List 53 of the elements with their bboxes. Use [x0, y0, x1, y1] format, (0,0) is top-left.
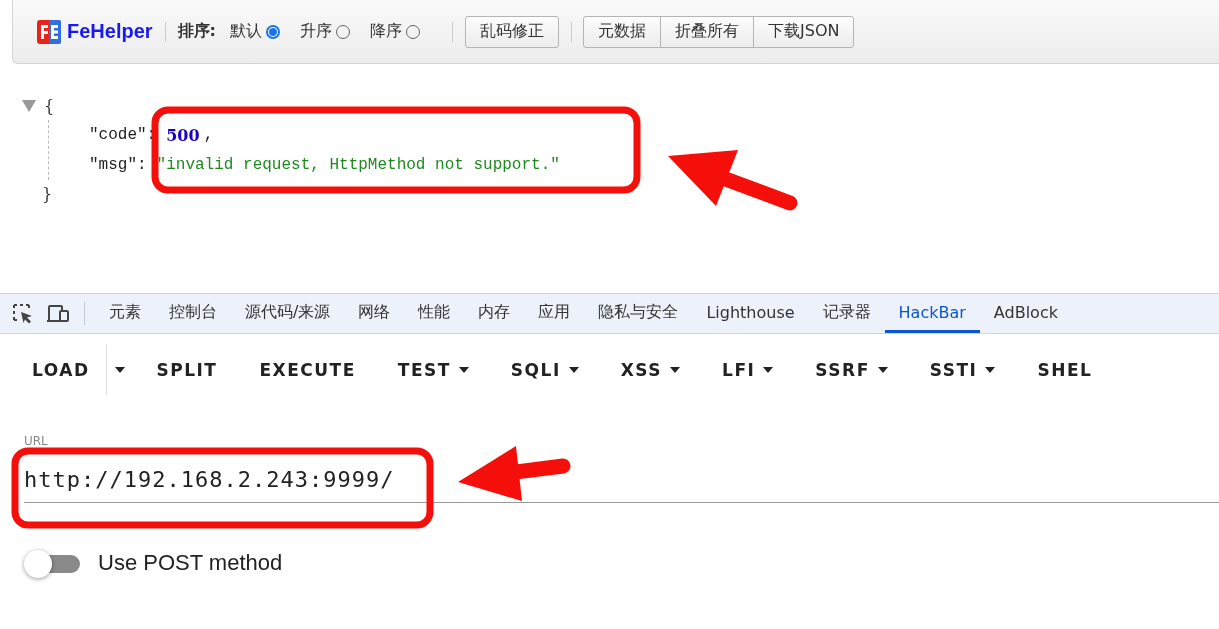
- device-icon[interactable]: [46, 303, 70, 324]
- devtools-tab[interactable]: 隐私与安全: [584, 294, 693, 333]
- url-label: URL: [24, 434, 48, 448]
- toolbar-button[interactable]: 折叠所有: [660, 15, 754, 48]
- json-key: "msg":: [89, 156, 147, 174]
- json-brace: {: [44, 96, 55, 116]
- caret-icon: [114, 367, 125, 373]
- sort-option-label: 降序: [370, 21, 402, 42]
- sort-label: 排序:: [177, 21, 216, 42]
- hackbar-button[interactable]: SSRF: [799, 352, 904, 388]
- inspect-icon[interactable]: [12, 302, 34, 325]
- collapse-toggle-icon[interactable]: [22, 100, 36, 112]
- caret-icon: [985, 367, 996, 373]
- devtools-tab[interactable]: 内存: [464, 294, 525, 333]
- caret-icon: [763, 367, 774, 373]
- sort-option-label: 默认: [230, 21, 262, 42]
- fix-encoding-button[interactable]: 乱码修正: [465, 15, 559, 48]
- hackbar-button[interactable]: XSS: [604, 352, 697, 388]
- hackbar-button[interactable]: LOAD: [16, 352, 106, 388]
- devtools-tab[interactable]: 性能: [404, 294, 465, 333]
- devtools-tab[interactable]: 记录器: [808, 294, 885, 333]
- toolbar-button[interactable]: 元数据: [583, 15, 661, 48]
- json-key: "code":: [89, 126, 157, 144]
- json-value: "invalid request, HttpMethod not support.": [156, 156, 560, 174]
- json-comma: ,: [203, 126, 214, 144]
- hackbar-button[interactable]: SHEL: [1021, 352, 1109, 388]
- devtools-tab[interactable]: 元素: [95, 294, 155, 333]
- radio-button[interactable]: [266, 24, 280, 39]
- app-logo: FeHelper: [67, 20, 153, 43]
- toggle-label: Use POST method: [98, 550, 283, 576]
- hackbar-button[interactable]: LFI: [706, 352, 790, 388]
- sort-option-label: 升序: [300, 21, 332, 42]
- hackbar-button[interactable]: TEST: [381, 352, 485, 388]
- devtools-tab[interactable]: HackBar: [884, 294, 980, 333]
- devtools-tab[interactable]: AdBlock: [979, 294, 1072, 333]
- toggle-switch[interactable]: [24, 550, 80, 576]
- caret-icon: [877, 367, 888, 373]
- devtools-tab[interactable]: Lighthouse: [692, 294, 809, 333]
- devtools-tab[interactable]: 网络: [344, 294, 405, 333]
- logo-icon: [37, 19, 61, 44]
- json-brace: }: [42, 184, 53, 204]
- devtools-tab[interactable]: 控制台: [155, 294, 231, 333]
- hackbar-button[interactable]: SQLI: [494, 352, 595, 388]
- json-value: 500: [166, 125, 200, 145]
- devtools-tab[interactable]: 源代码/来源: [231, 294, 345, 333]
- hackbar-button[interactable]: EXECUTE: [243, 352, 372, 388]
- devtools-tab[interactable]: 应用: [524, 294, 585, 333]
- caret-icon: [458, 367, 469, 373]
- caret-icon: [670, 367, 681, 373]
- toolbar-button[interactable]: 下载JSON: [753, 15, 855, 48]
- caret-icon: [568, 367, 579, 373]
- hackbar-button[interactable]: SSTI: [913, 352, 1012, 388]
- hackbar-button[interactable]: SPLIT: [140, 352, 234, 388]
